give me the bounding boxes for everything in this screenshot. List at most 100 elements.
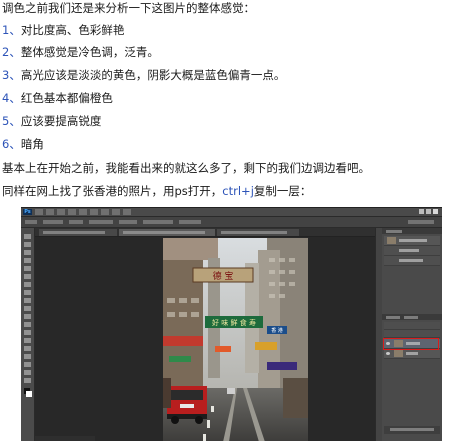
layer-row-background[interactable] <box>384 349 440 359</box>
menu-item[interactable] <box>101 209 109 215</box>
healing-tool-icon[interactable] <box>24 282 31 287</box>
shop-sign-green: 好 味 鲜 食 寿 <box>212 318 256 327</box>
intro-line: 调色之前我们还是来分析一下这图片的整体感觉： <box>2 1 255 15</box>
history-item[interactable] <box>384 246 440 256</box>
point-text: 暗角 <box>20 137 44 151</box>
history-item[interactable] <box>384 256 440 266</box>
collapsed-panel-strip <box>375 228 382 441</box>
history-label <box>399 239 427 242</box>
status-bar <box>35 436 95 441</box>
dodge-tool-icon[interactable] <box>24 330 31 335</box>
step-suffix: 复制一层： <box>253 184 312 198</box>
menu-item[interactable] <box>79 209 87 215</box>
shortcut-text: ctrl+j <box>222 184 254 198</box>
option-control[interactable] <box>89 220 113 224</box>
eraser-tool-icon[interactable] <box>24 314 31 319</box>
point-text: 高光应该是淡淡的黄色，阴影大概是蓝色偏青一点。 <box>20 68 286 82</box>
point-2: 2、整体感觉是冷色调，泛青。 <box>2 44 159 60</box>
maximize-icon[interactable] <box>426 209 431 214</box>
layer-highlight-box <box>383 338 439 350</box>
menu-item[interactable] <box>90 209 98 215</box>
minimize-icon[interactable] <box>419 209 424 214</box>
close-icon[interactable] <box>433 209 438 214</box>
history-panel-header[interactable] <box>382 228 442 234</box>
menu-bar: Ps <box>21 208 442 217</box>
document-tab[interactable] <box>119 229 215 236</box>
menu-item[interactable] <box>46 209 54 215</box>
document-tab[interactable] <box>39 229 117 236</box>
history-item[interactable] <box>384 236 440 246</box>
gradient-tool-icon[interactable] <box>24 322 31 327</box>
option-control[interactable] <box>143 220 173 224</box>
point-1: 1、对比度高、色彩鲜艳 <box>2 22 124 38</box>
layer-filter-bar[interactable] <box>384 322 440 330</box>
tab-label <box>221 231 287 234</box>
point-number: 6、 <box>2 137 21 151</box>
type-tool-icon[interactable] <box>24 346 31 351</box>
layer-thumbnail <box>394 350 403 357</box>
options-bar <box>21 217 442 228</box>
history-label <box>399 259 423 262</box>
panel-tab-label <box>386 230 402 233</box>
pen-tool-icon[interactable] <box>24 338 31 343</box>
layers-footer-buttons[interactable] <box>384 426 440 434</box>
hand-tool-icon[interactable] <box>24 370 31 375</box>
point-number: 1、 <box>2 23 21 37</box>
eye-icon[interactable] <box>386 352 390 355</box>
panels-dock <box>382 228 442 441</box>
marquee-tool-icon[interactable] <box>24 242 31 247</box>
option-control[interactable] <box>43 220 63 224</box>
point-number: 2、 <box>2 45 21 59</box>
blend-mode-bar[interactable] <box>384 330 440 338</box>
eyedropper-tool-icon[interactable] <box>24 274 31 279</box>
panel-tab-label <box>386 316 400 319</box>
step-prefix: 同样在网上找了张香港的照片，用ps打开， <box>2 184 223 198</box>
hong-kong-street-photo: 德 宝 好 味 鲜 食 寿 香 港 <box>163 238 308 441</box>
move-tool-icon[interactable] <box>24 234 31 239</box>
point-4: 4、红色基本都偏橙色 <box>2 90 113 106</box>
summary-line: 基本上在开始之前，我能看出来的就这么多了，剩下的我们边调边看吧。 <box>2 161 370 175</box>
workspace-select[interactable] <box>408 220 434 224</box>
option-control[interactable] <box>69 220 83 224</box>
step-line: 同样在网上找了张香港的照片，用ps打开，ctrl+j复制一层： <box>2 183 311 199</box>
layer-name <box>406 352 418 355</box>
menu-item[interactable] <box>112 209 120 215</box>
quick-select-tool-icon[interactable] <box>24 258 31 263</box>
tab-label <box>43 231 105 234</box>
shop-sign-top: 德 宝 <box>213 270 234 282</box>
option-control[interactable] <box>25 220 37 224</box>
option-control[interactable] <box>119 220 137 224</box>
tab-label <box>123 231 205 234</box>
point-6: 6、暗角 <box>2 136 44 152</box>
history-brush-icon[interactable] <box>24 306 31 311</box>
menu-item[interactable] <box>35 209 43 215</box>
path-select-tool-icon[interactable] <box>24 354 31 359</box>
history-thumbnail <box>387 237 396 244</box>
point-5: 5、应该要提高锐度 <box>2 113 101 129</box>
layers-panel-header[interactable] <box>382 314 442 320</box>
stamp-tool-icon[interactable] <box>24 298 31 303</box>
menu-item[interactable] <box>123 209 131 215</box>
menu-item[interactable] <box>68 209 76 215</box>
document-tab[interactable] <box>217 229 299 236</box>
menu-item[interactable] <box>57 209 65 215</box>
brush-tool-icon[interactable] <box>24 290 31 295</box>
footer-icons <box>390 428 434 431</box>
point-number: 5、 <box>2 114 21 128</box>
tools-panel <box>21 228 35 441</box>
shop-sign-blue: 香 港 <box>271 327 283 334</box>
point-3: 3、高光应该是淡淡的黄色，阴影大概是蓝色偏青一点。 <box>2 67 285 83</box>
shape-tool-icon[interactable] <box>24 362 31 367</box>
background-color-swatch[interactable] <box>26 391 32 397</box>
document-tabs <box>35 228 376 237</box>
lasso-tool-icon[interactable] <box>24 250 31 255</box>
crop-tool-icon[interactable] <box>24 266 31 271</box>
option-control[interactable] <box>179 220 201 224</box>
history-label <box>399 249 419 252</box>
photoshop-logo: Ps <box>23 209 32 215</box>
point-text: 对比度高、色彩鲜艳 <box>20 23 125 37</box>
photoshop-screenshot: Ps 德 宝 好 味 鲜 食 寿 香 港 <box>21 207 442 441</box>
point-number: 3、 <box>2 68 21 82</box>
point-number: 4、 <box>2 91 21 105</box>
zoom-tool-icon[interactable] <box>24 378 31 383</box>
